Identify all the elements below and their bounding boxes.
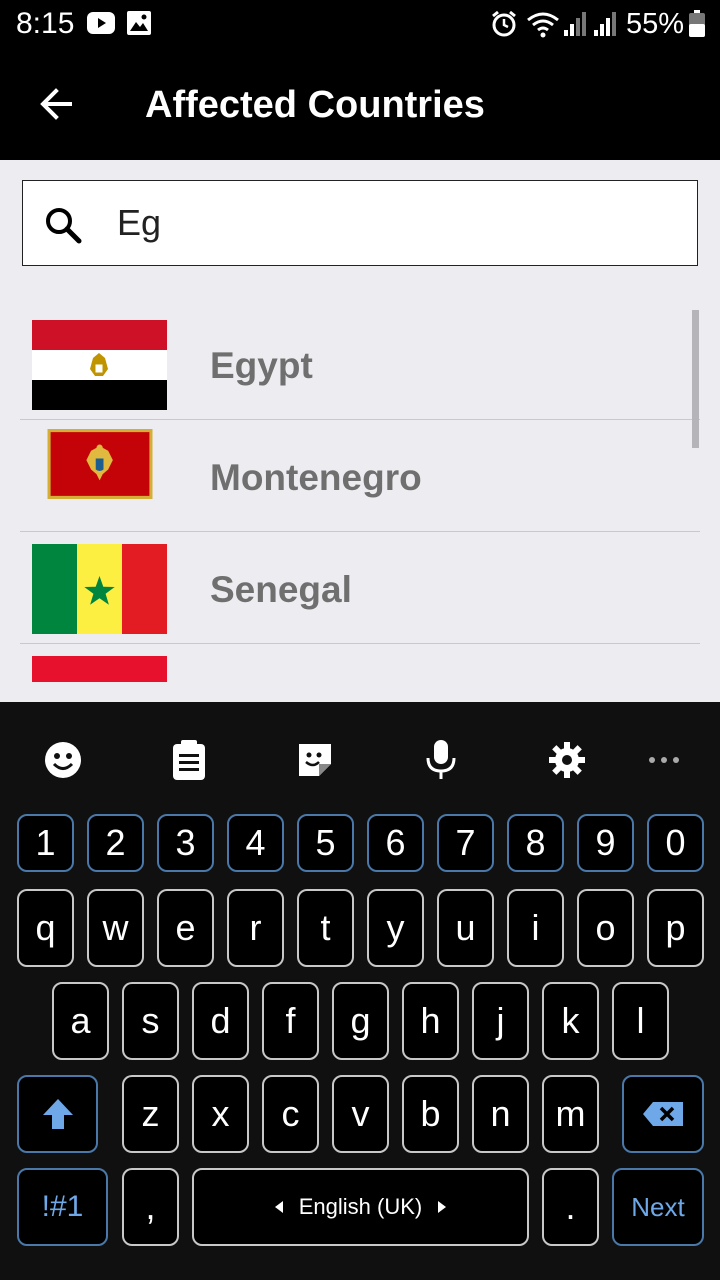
key-v[interactable]: v bbox=[332, 1075, 389, 1153]
key-s[interactable]: s bbox=[122, 982, 179, 1060]
key-2[interactable]: 2 bbox=[87, 814, 144, 872]
sticker-icon[interactable] bbox=[291, 736, 339, 784]
list-item-montenegro[interactable]: Montenegro bbox=[20, 420, 700, 532]
senegal-flag bbox=[32, 544, 167, 634]
key-d[interactable]: d bbox=[192, 982, 249, 1060]
key-e[interactable]: e bbox=[157, 889, 214, 967]
alarm-icon bbox=[490, 10, 518, 43]
key-m[interactable]: m bbox=[542, 1075, 599, 1153]
backspace-key[interactable] bbox=[622, 1075, 704, 1153]
key-5[interactable]: 5 bbox=[297, 814, 354, 872]
key-0[interactable]: 0 bbox=[647, 814, 704, 872]
comma-key[interactable]: , bbox=[122, 1168, 179, 1246]
page-title: Affected Countries bbox=[145, 84, 485, 126]
mic-icon[interactable] bbox=[417, 736, 465, 784]
key-r[interactable]: r bbox=[227, 889, 284, 967]
key-y[interactable]: y bbox=[367, 889, 424, 967]
key-1[interactable]: 1 bbox=[17, 814, 74, 872]
montenegro-flag bbox=[47, 429, 153, 499]
key-t[interactable]: t bbox=[297, 889, 354, 967]
language-label: English (UK) bbox=[298, 1194, 423, 1219]
key-i[interactable]: i bbox=[507, 889, 564, 967]
key-f[interactable]: f bbox=[262, 982, 319, 1060]
key-k[interactable]: k bbox=[542, 982, 599, 1060]
key-x[interactable]: x bbox=[192, 1075, 249, 1153]
battery-icon bbox=[688, 10, 706, 43]
keyboard: 1 2 3 4 5 6 7 8 9 0 q w e r t y u i o p … bbox=[0, 702, 720, 1280]
symbols-key[interactable]: !#1 bbox=[17, 1168, 108, 1246]
backspace-icon bbox=[643, 1102, 683, 1126]
country-list[interactable]: Egypt Montenegro Senegal bbox=[20, 308, 700, 702]
arrow-back-icon bbox=[40, 88, 72, 120]
key-b[interactable]: b bbox=[402, 1075, 459, 1153]
key-g[interactable]: g bbox=[332, 982, 389, 1060]
space-key[interactable]: English (UK) bbox=[192, 1168, 529, 1246]
signal-icon bbox=[592, 10, 618, 43]
chevron-right-icon bbox=[438, 1201, 447, 1213]
list-item-partial[interactable] bbox=[20, 644, 700, 702]
shift-arrow-icon bbox=[42, 1099, 73, 1129]
country-name: Egypt bbox=[210, 345, 313, 386]
key-q[interactable]: q bbox=[17, 889, 74, 967]
key-w[interactable]: w bbox=[87, 889, 144, 967]
egypt-flag bbox=[32, 320, 167, 410]
signal-icon bbox=[562, 10, 588, 43]
key-c[interactable]: c bbox=[262, 1075, 319, 1153]
key-p[interactable]: p bbox=[647, 889, 704, 967]
next-key[interactable]: Next bbox=[612, 1168, 704, 1246]
key-j[interactable]: j bbox=[472, 982, 529, 1060]
status-bar: 8:15 55% bbox=[0, 0, 720, 48]
search-input[interactable] bbox=[117, 191, 677, 255]
content-area: Egypt Montenegro Senegal bbox=[0, 160, 720, 702]
scrollbar[interactable] bbox=[692, 310, 699, 448]
country-name: Montenegro bbox=[210, 457, 422, 498]
key-9[interactable]: 9 bbox=[577, 814, 634, 872]
key-h[interactable]: h bbox=[402, 982, 459, 1060]
shift-key[interactable] bbox=[17, 1075, 98, 1153]
key-3[interactable]: 3 bbox=[157, 814, 214, 872]
partial-flag bbox=[32, 656, 167, 702]
key-u[interactable]: u bbox=[437, 889, 494, 967]
app-bar: Affected Countries bbox=[0, 48, 720, 160]
key-n[interactable]: n bbox=[472, 1075, 529, 1153]
key-6[interactable]: 6 bbox=[367, 814, 424, 872]
image-icon bbox=[126, 10, 152, 41]
key-z[interactable]: z bbox=[122, 1075, 179, 1153]
period-key[interactable]: . bbox=[542, 1168, 599, 1246]
clipboard-icon[interactable] bbox=[165, 736, 213, 784]
key-o[interactable]: o bbox=[577, 889, 634, 967]
list-item-senegal[interactable]: Senegal bbox=[20, 532, 700, 644]
key-l[interactable]: l bbox=[612, 982, 669, 1060]
list-item-egypt[interactable]: Egypt bbox=[20, 308, 700, 420]
chevron-left-icon bbox=[274, 1201, 283, 1213]
key-4[interactable]: 4 bbox=[227, 814, 284, 872]
back-button[interactable] bbox=[24, 72, 88, 136]
more-icon[interactable] bbox=[640, 736, 688, 784]
status-time: 8:15 bbox=[16, 7, 75, 40]
country-name: Senegal bbox=[210, 569, 352, 610]
youtube-icon bbox=[86, 10, 116, 41]
wifi-icon bbox=[526, 10, 560, 43]
emoji-icon[interactable] bbox=[39, 736, 87, 784]
key-8[interactable]: 8 bbox=[507, 814, 564, 872]
search-icon bbox=[46, 208, 82, 244]
gear-icon[interactable] bbox=[543, 736, 591, 784]
key-a[interactable]: a bbox=[52, 982, 109, 1060]
search-box[interactable] bbox=[22, 180, 698, 266]
battery-percentage: 55% bbox=[626, 8, 685, 40]
key-7[interactable]: 7 bbox=[437, 814, 494, 872]
